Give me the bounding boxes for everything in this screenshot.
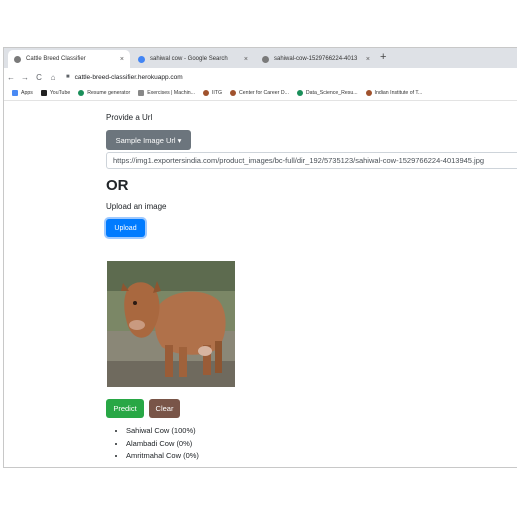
back-icon[interactable]: ← xyxy=(4,73,18,82)
home-icon[interactable]: ⌂ xyxy=(46,73,60,82)
predict-button[interactable]: Predict xyxy=(106,399,144,418)
bookmark-iitg[interactable]: IITG xyxy=(202,90,223,96)
bookmark-favicon-icon xyxy=(296,90,303,96)
close-icon[interactable]: × xyxy=(116,56,124,63)
bookmark-label: YouTube xyxy=(49,90,71,96)
bookmark-apps[interactable]: Apps xyxy=(12,90,33,96)
code-icon xyxy=(138,90,145,96)
apps-grid-icon xyxy=(12,90,18,96)
image-url-input[interactable]: https://img1.exportersindia.com/product_… xyxy=(106,152,517,169)
bookmark-label: Center for Career D... xyxy=(239,90,289,96)
bookmark-exercises[interactable]: Exercises | Machin... xyxy=(138,90,195,96)
bookmark-label: Exercises | Machin... xyxy=(147,90,195,96)
bookmark-youtube[interactable]: YouTube xyxy=(40,90,71,96)
bookmarks-bar: Apps YouTube Resume generator Exercises … xyxy=(4,86,517,101)
tab-title: sahiwal-cow-1529766224-4013 xyxy=(274,56,358,62)
browser-window: Cattle Breed Classifier × sahiwal cow - … xyxy=(3,47,517,468)
google-icon xyxy=(138,55,145,63)
sample-image-url-dropdown[interactable]: Sample Image Url ▾ xyxy=(106,130,191,150)
bookmark-career[interactable]: Center for Career D... xyxy=(230,90,289,96)
url-text: cattle-breed-classifier.herokuapp.com xyxy=(74,73,183,81)
list-item: Sahiwal Cow (100%) xyxy=(126,425,199,438)
lock-icon: ■ xyxy=(66,74,70,80)
tab-strip: Cattle Breed Classifier × sahiwal cow - … xyxy=(4,48,517,68)
globe-icon xyxy=(262,55,269,63)
prediction-results: Sahiwal Cow (100%) Alambadi Cow (0%) Amr… xyxy=(112,425,199,463)
list-item: Alambadi Cow (0%) xyxy=(126,438,199,451)
page-content: Provide a Url Sample Image Url ▾ https:/… xyxy=(4,101,517,467)
address-bar[interactable]: ■ cattle-breed-classifier.herokuapp.com xyxy=(66,74,183,81)
bookmark-label: Indian Institute of T... xyxy=(374,90,423,96)
list-item: Amritmahal Cow (0%) xyxy=(126,450,199,463)
upload-label: Upload an image xyxy=(106,202,167,211)
forward-icon[interactable]: → xyxy=(18,73,32,82)
close-icon[interactable]: × xyxy=(240,56,248,63)
youtube-icon xyxy=(40,90,47,96)
cow-photo xyxy=(107,261,235,387)
tab-title: sahiwal cow - Google Search xyxy=(150,56,228,62)
browser-toolbar: ← → C ⌂ ■ cattle-breed-classifier.heroku… xyxy=(4,68,517,86)
upload-button[interactable]: Upload xyxy=(106,219,145,237)
bookmark-favicon-icon xyxy=(230,90,237,96)
provide-url-label: Provide a Url xyxy=(106,113,153,122)
tab-google-search[interactable]: sahiwal cow - Google Search × xyxy=(132,50,254,68)
bookmark-label: Resume generator xyxy=(87,90,131,96)
bookmark-favicon-icon xyxy=(365,90,372,96)
or-heading: OR xyxy=(106,177,129,194)
tab-title: Cattle Breed Classifier xyxy=(26,56,86,62)
tab-image[interactable]: sahiwal-cow-1529766224-4013 × xyxy=(256,50,376,68)
reload-icon[interactable]: C xyxy=(32,73,46,82)
bookmark-resume[interactable]: Resume generator xyxy=(78,90,130,96)
close-icon[interactable]: × xyxy=(362,56,370,63)
bookmark-indian-institute[interactable]: Indian Institute of T... xyxy=(365,90,423,96)
bookmark-label: Data_Science_Resu... xyxy=(305,90,358,96)
bookmark-label: IITG xyxy=(211,90,223,96)
cow-image xyxy=(107,261,235,387)
bookmark-label: Apps xyxy=(21,90,33,96)
tab-cattle-classifier[interactable]: Cattle Breed Classifier × xyxy=(8,50,130,68)
bookmark-data-science[interactable]: Data_Science_Resu... xyxy=(296,90,358,96)
globe-icon xyxy=(14,55,21,63)
bookmark-favicon-icon xyxy=(202,90,209,96)
new-tab-button[interactable]: + xyxy=(380,51,386,63)
bookmark-favicon-icon xyxy=(78,90,85,96)
clear-button[interactable]: Clear xyxy=(149,399,180,418)
